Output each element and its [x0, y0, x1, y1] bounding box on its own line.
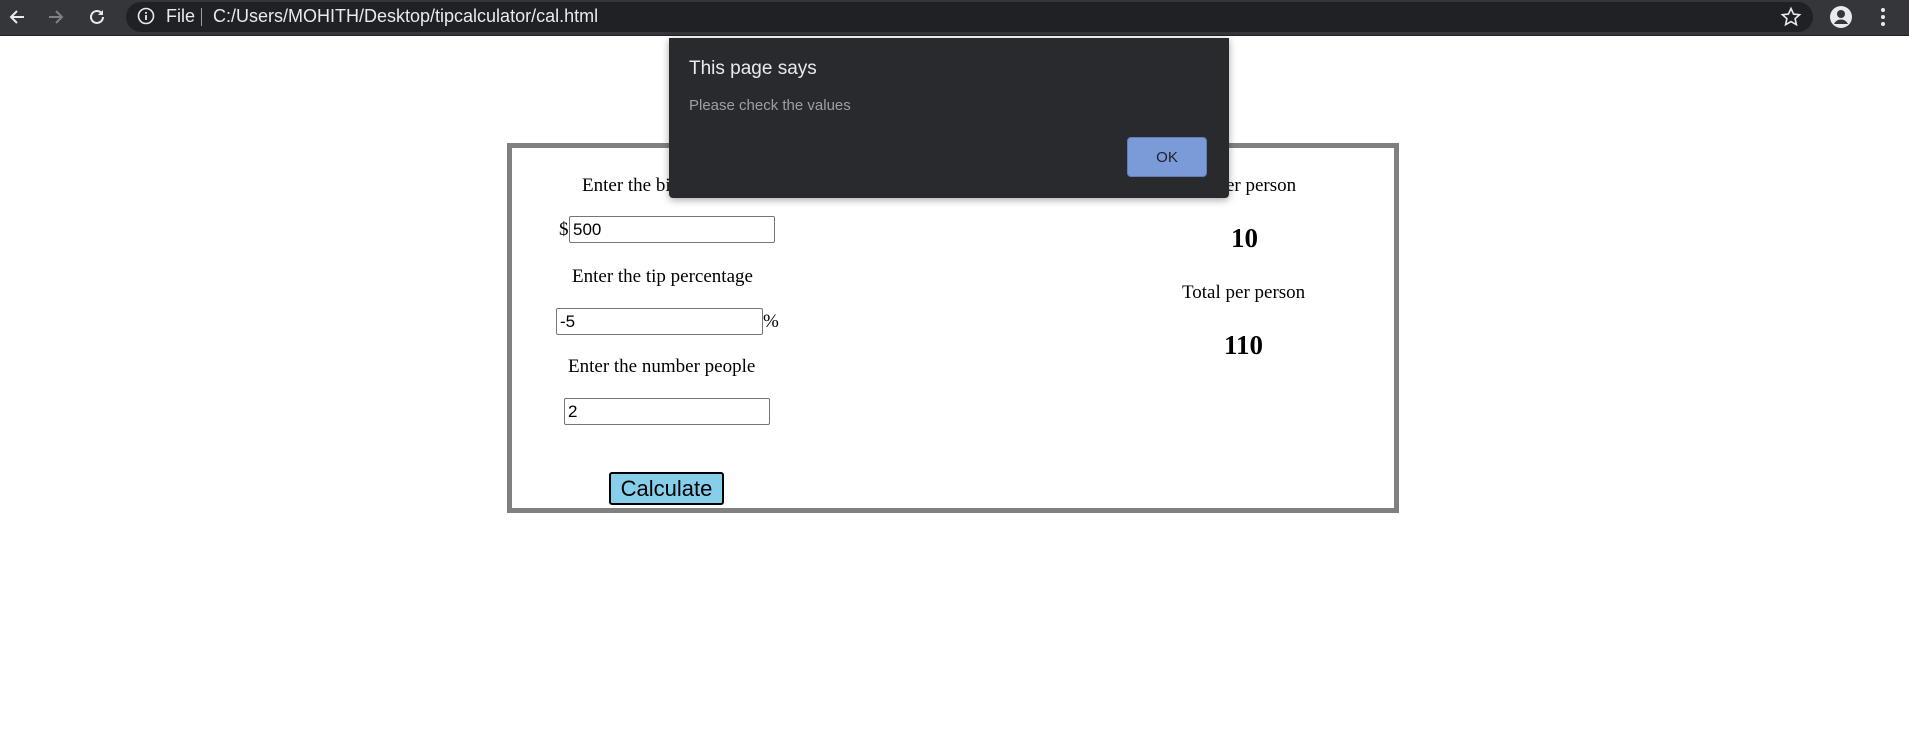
back-arrow-icon[interactable]: [4, 4, 30, 30]
forward-arrow-icon[interactable]: [43, 4, 69, 30]
bill-input[interactable]: 500: [569, 216, 775, 243]
percent-symbol: %: [763, 311, 779, 332]
dialog-title: This page says: [689, 58, 817, 79]
alert-dialog: This page says Please check the values O…: [669, 38, 1229, 198]
dialog-message: Please check the values: [689, 97, 851, 114]
info-icon[interactable]: [137, 7, 155, 25]
tip-percentage-label: Enter the tip percentage: [572, 266, 753, 287]
tip-percentage-input[interactable]: -5: [556, 308, 763, 335]
reload-icon[interactable]: [84, 4, 110, 30]
currency-symbol: $: [559, 219, 569, 240]
star-icon[interactable]: [1780, 6, 1802, 28]
address-url[interactable]: C:/Users/MOHITH/Desktop/tipcalculator/ca…: [213, 6, 598, 27]
total-per-person-label: Total per person: [1182, 282, 1306, 303]
tip-per-person-value: 10: [1231, 223, 1258, 253]
profile-icon[interactable]: [1829, 5, 1853, 29]
calculate-button[interactable]: Calculate: [609, 472, 724, 505]
people-input[interactable]: 2: [564, 398, 770, 425]
omnibox-divider: [201, 8, 202, 26]
browser-toolbar: File C:/Users/MOHITH/Desktop/tipcalculat…: [0, 0, 1909, 36]
total-per-person-value: 110: [1224, 330, 1264, 360]
people-label: Enter the number people: [568, 356, 756, 377]
more-vert-icon[interactable]: [1871, 5, 1895, 29]
omnibox-scheme: File: [166, 6, 196, 26]
ok-button[interactable]: OK: [1127, 137, 1207, 177]
